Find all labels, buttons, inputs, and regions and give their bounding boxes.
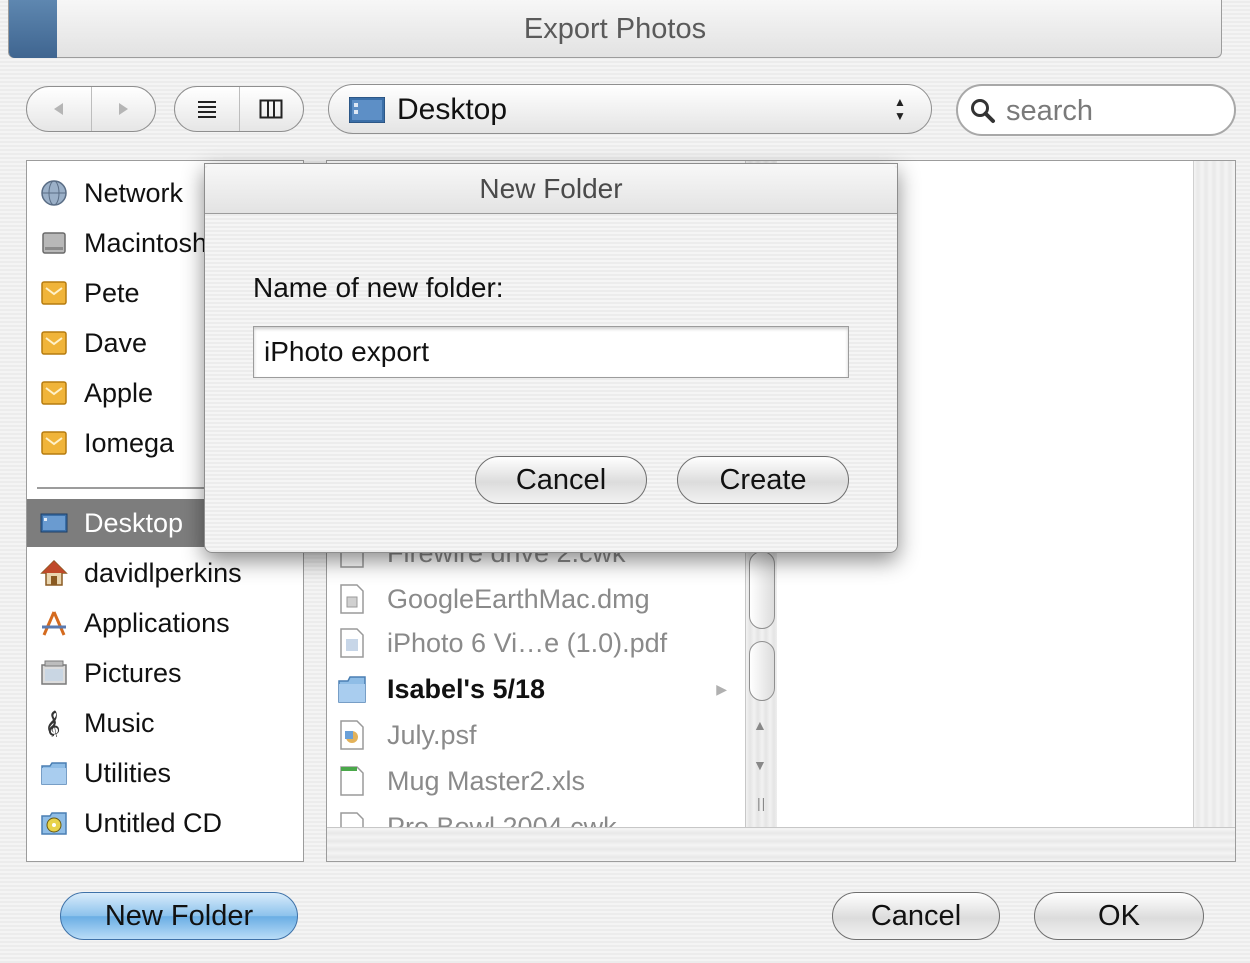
sidebar-item-label: Utilities — [84, 757, 172, 788]
file-name: Isabel's 5/18 — [387, 673, 546, 704]
music-icon: 𝄞 — [45, 710, 60, 737]
folder-icon — [338, 676, 366, 703]
list-view-button[interactable] — [175, 87, 239, 131]
window-title-bar[interactable]: Export Photos — [8, 0, 1222, 58]
new-folder-sheet: New Folder Name of new folder: Cancel Cr… — [204, 163, 898, 553]
scroll-down-arrow-icon[interactable]: ▼ — [753, 757, 767, 773]
pictures-icon — [41, 660, 67, 685]
hard-drive-icon — [42, 232, 66, 254]
forward-arrow-icon — [119, 103, 129, 115]
sidebar-item-label: Desktop — [84, 507, 184, 538]
title-bar-tab — [9, 0, 57, 58]
shared-volume-icon — [41, 281, 67, 305]
sidebar-item-label: davidlperkins — [84, 557, 242, 588]
back-button[interactable] — [27, 87, 91, 131]
window-title: Export Photos — [523, 13, 707, 45]
sidebar-item-label: Music — [84, 707, 155, 738]
sidebar-item-pictures[interactable]: Pictures — [27, 649, 303, 697]
cd-icon — [41, 812, 67, 835]
photoshop-file-icon — [340, 720, 364, 750]
file-name: July.psf — [387, 719, 477, 750]
column-view-button[interactable] — [238, 87, 304, 131]
forward-button[interactable] — [90, 87, 156, 131]
export-photos-window: Export Photos Desktop ▲ ▼ search Network… — [0, 0, 1250, 963]
sheet-cancel-button[interactable]: Cancel — [475, 456, 647, 504]
sidebar-item-label: Apple — [84, 377, 154, 408]
cancel-button[interactable]: Cancel — [832, 892, 1000, 940]
sidebar-item-label: Applications — [84, 607, 230, 638]
view-mode-group — [174, 86, 304, 132]
column-view-icon — [259, 99, 283, 119]
location-label: Desktop — [397, 93, 508, 126]
back-arrow-icon — [53, 103, 63, 115]
browser-horizontal-scrollbar[interactable] — [327, 827, 1235, 861]
list-item[interactable]: GoogleEarthMac.dmg — [337, 577, 737, 621]
list-view-icon — [197, 101, 216, 118]
create-button[interactable]: Create — [677, 456, 849, 504]
home-icon — [40, 559, 68, 586]
sidebar-item-music[interactable]: 𝄞 Music — [27, 699, 303, 747]
ok-button[interactable]: OK — [1034, 892, 1204, 940]
location-popup[interactable]: Desktop ▲ ▼ — [328, 84, 932, 134]
file-name: iPhoto 6 Vi…e (1.0).pdf — [387, 627, 668, 658]
sidebar-item-label: Iomega — [84, 427, 175, 458]
sidebar-item-label: Network — [84, 177, 184, 208]
list-item[interactable]: July.psf — [337, 713, 737, 757]
folder-name-prompt: Name of new folder: — [253, 272, 504, 303]
shared-volume-icon — [41, 431, 67, 455]
folder-icon — [41, 762, 67, 785]
list-item[interactable]: Mug Master2.xls — [337, 759, 737, 803]
spreadsheet-icon — [340, 766, 364, 796]
sidebar-item-label: Untitled CD — [84, 807, 223, 838]
disclosure-arrow-icon: ▶ — [716, 680, 727, 697]
list-item-folder[interactable]: Isabel's 5/18 ▶ — [337, 667, 737, 711]
sheet-title: New Folder — [205, 164, 897, 214]
network-globe-icon — [41, 180, 67, 206]
sidebar-item-untitled-cd[interactable]: Untitled CD — [27, 799, 303, 847]
disk-image-icon — [340, 584, 364, 614]
desktop-icon — [40, 513, 68, 533]
sidebar-item-home[interactable]: davidlperkins — [27, 549, 303, 597]
applications-icon — [42, 611, 66, 636]
column-resize-grip-icon[interactable]: || — [757, 795, 766, 811]
file-name: Mug Master2.xls — [387, 765, 586, 796]
browser-vertical-scrollbar[interactable] — [1193, 161, 1235, 827]
sidebar-item-label: Dave — [84, 327, 148, 358]
sidebar-item-utilities[interactable]: Utilities — [27, 749, 303, 797]
file-name: GoogleEarthMac.dmg — [387, 583, 650, 614]
scroll-up-arrow-icon[interactable]: ▲ — [753, 717, 767, 733]
search-field[interactable]: search — [956, 84, 1236, 136]
list-item[interactable]: iPhoto 6 Vi…e (1.0).pdf — [337, 621, 737, 665]
sidebar-item-label: Pete — [84, 277, 140, 308]
back-forward-group — [26, 86, 156, 132]
shared-volume-icon — [41, 381, 67, 405]
sidebar-item-applications[interactable]: Applications — [27, 599, 303, 647]
search-icon — [971, 99, 995, 123]
folder-name-field[interactable] — [253, 326, 849, 378]
new-folder-button[interactable]: New Folder — [60, 892, 298, 940]
pdf-icon — [340, 628, 364, 658]
search-placeholder: search — [1006, 95, 1094, 127]
desktop-icon — [349, 97, 385, 123]
sidebar-item-label: Pictures — [84, 657, 182, 688]
scrollbar-thumb[interactable] — [749, 551, 775, 629]
scrollbar-thumb-lower[interactable] — [749, 641, 775, 701]
shared-volume-icon — [41, 331, 67, 355]
popup-arrows-icon: ▲ ▼ — [894, 95, 906, 123]
